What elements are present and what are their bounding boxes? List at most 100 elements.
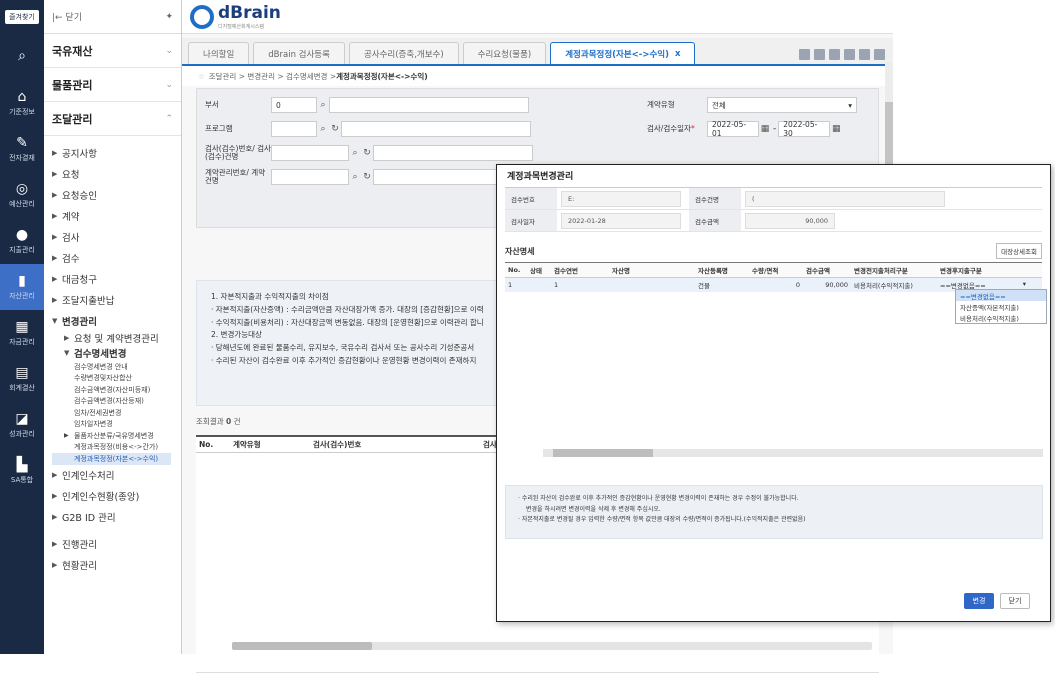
rail-accounting[interactable]: ▤ 회계결산	[0, 356, 44, 402]
tab-repair-request[interactable]: 수리요청(물품)	[462, 42, 547, 64]
menu-item-handover[interactable]: ▶ 인계인수처리	[52, 465, 181, 486]
menu-leaf-selected[interactable]: 계정과목정정(자본<->수익)	[52, 453, 171, 465]
column-header[interactable]: No.	[505, 266, 527, 274]
menu-item-contract[interactable]: ▶ 계약	[52, 205, 181, 226]
window-icon[interactable]	[859, 49, 870, 60]
search-icon[interactable]: ⌕	[349, 172, 361, 182]
rail-budget[interactable]: ◎ 예산관리	[0, 172, 44, 218]
refresh-icon[interactable]: ↻	[329, 124, 341, 134]
tab-my-tasks[interactable]: 나의할일	[188, 42, 250, 64]
column-header[interactable]: 수량/면적	[749, 265, 803, 275]
table-horizontal-scrollbar[interactable]	[543, 449, 1043, 457]
menu-leaf[interactable]: 임차/전세권변경	[52, 407, 181, 419]
dropdown-option[interactable]: ==변경없음==	[956, 290, 1046, 301]
menu-item-g2b[interactable]: ▶ G2B ID 관리	[52, 507, 181, 528]
columns-icon[interactable]	[829, 49, 840, 60]
menu-item-request[interactable]: ▶ 요청	[52, 163, 181, 184]
rail-performance[interactable]: ◪ 성과관리	[0, 402, 44, 448]
tab-inspection-register[interactable]: dBrain 검사등록	[253, 42, 345, 64]
tab-label: 계정과목정정(자본<->수익)	[565, 49, 669, 60]
search-icon[interactable]: ⌕	[349, 148, 361, 158]
scroll-thumb[interactable]	[553, 449, 653, 457]
change-button[interactable]: 변경	[964, 593, 994, 609]
column-header[interactable]: 자산명	[609, 265, 695, 275]
favorite-star-icon[interactable]: ☆	[198, 72, 205, 81]
rows-icon[interactable]	[844, 49, 855, 60]
menu-leaf[interactable]: 검수금액변경(자산미등재)	[52, 384, 181, 396]
cell: 90,000	[825, 281, 848, 289]
column-header[interactable]: 검수금액	[803, 265, 851, 275]
menu-item-progress[interactable]: ▶ 진행관리	[52, 534, 181, 555]
refresh-icon[interactable]: ↻	[361, 148, 373, 158]
menu-item-change-mgmt[interactable]: ▼ 변경관리	[52, 310, 181, 331]
menu-item-handover-status[interactable]: ▶ 인계인수현황(종앙)	[52, 486, 181, 507]
program-name-input[interactable]	[341, 121, 531, 137]
menu-item-refund[interactable]: ▶ 조달지출반납	[52, 289, 181, 310]
contract-no-input[interactable]	[271, 169, 349, 185]
layout-icon[interactable]	[799, 49, 810, 60]
column-header[interactable]: 자산등록명	[695, 265, 749, 275]
refresh-icon[interactable]: ↻	[361, 172, 373, 182]
menu-subleaf[interactable]: ▶ 물품자산분류/국유명세변경	[52, 430, 181, 442]
rail-asset[interactable]: ▮ 자산관리	[0, 264, 44, 310]
menu-item-acceptance[interactable]: ▶ 검수	[52, 247, 181, 268]
menu-leaf[interactable]: 검수금액변경(자산등재)	[52, 396, 181, 408]
ledger-detail-button[interactable]: 대장상세조회	[996, 243, 1042, 259]
tab-account-correction[interactable]: 계정과목정정(자본<->수익) x	[550, 42, 696, 64]
menu-section-procurement[interactable]: 조달관리 ⌃	[44, 102, 181, 136]
close-button[interactable]: 닫기	[1000, 593, 1030, 609]
column-header[interactable]: 계약유형	[230, 439, 310, 450]
inspect-no-input[interactable]	[271, 145, 349, 161]
inspect-name-input[interactable]	[373, 145, 533, 161]
menu-item-contract-change[interactable]: ▶ 요청 및 계약변경관리	[52, 331, 181, 345]
menu-item-billing[interactable]: ▶ 대금청구	[52, 268, 181, 289]
search-icon[interactable]: ⌕	[317, 100, 329, 110]
favorites-button[interactable]: 즐겨찾기	[5, 10, 39, 24]
column-header[interactable]: 상태	[527, 265, 551, 275]
calendar-icon[interactable]: ▦	[830, 124, 842, 134]
close-tab-icon[interactable]: x	[675, 49, 680, 59]
close-all-icon[interactable]	[874, 49, 885, 60]
menu-item-inspect-detail[interactable]: ▼ 검수명세변경	[52, 345, 181, 361]
column-header[interactable]: 변경전지출처리구분	[851, 265, 937, 275]
column-header[interactable]: No.	[196, 440, 230, 449]
menu-item-inspection[interactable]: ▶ 검사	[52, 226, 181, 247]
program-code-input[interactable]	[271, 121, 317, 137]
dept-name-input[interactable]	[329, 97, 529, 113]
asset-section-title: 자산명세	[505, 246, 535, 256]
calendar-icon[interactable]: ▦	[759, 124, 771, 134]
column-header[interactable]: 검수연번	[551, 265, 609, 275]
date-to-input[interactable]: 2022-05-30	[778, 120, 831, 138]
menu-leaf[interactable]: 계정과목정정(비용<->간가)	[52, 442, 181, 454]
dropdown-option[interactable]: 비용처리(수익적지출)	[956, 312, 1046, 323]
menu-leaf[interactable]: 임차일자변경	[52, 419, 181, 431]
menu-leaf[interactable]: 검수명세변경 안내	[52, 361, 181, 373]
pin-icon[interactable]: ✦	[165, 12, 173, 22]
contract-type-select[interactable]: 전체 ▾	[707, 97, 857, 113]
contract-type-label: 계약유형	[647, 100, 675, 110]
menu-item-request-approval[interactable]: ▶ 요청승인	[52, 184, 181, 205]
rail-expense[interactable]: ● 지출관리	[0, 218, 44, 264]
rail-fund[interactable]: ▦ 자금관리	[0, 310, 44, 356]
menu-item-notice[interactable]: ▶ 공지사항	[52, 142, 181, 163]
column-header[interactable]: 검사(검수)번호	[310, 439, 480, 450]
column-header[interactable]: 변경후지출구분	[937, 265, 1029, 275]
collapse-menu-button[interactable]: |← 닫기	[52, 10, 82, 23]
rail-sa[interactable]: ▙ SA통합	[0, 448, 44, 494]
menu-leaf[interactable]: 수량변경및자산합산	[52, 373, 181, 385]
rail-basic-info[interactable]: ⌂ 기준정보	[0, 80, 44, 126]
dept-code-input[interactable]: 0	[271, 97, 317, 113]
menu-item-status[interactable]: ▶ 현황관리	[52, 555, 181, 576]
rail-approval[interactable]: ✎ 전자결재	[0, 126, 44, 172]
date-separator: -	[773, 124, 777, 134]
rail-search[interactable]: ⌕	[0, 34, 44, 80]
menu-section-state-property[interactable]: 국유재산 ⌄	[44, 34, 181, 68]
search-icon[interactable]: ⌕	[317, 124, 329, 134]
menu-section-goods[interactable]: 물품관리 ⌄	[44, 68, 181, 102]
date-from-input[interactable]: 2022-05-01	[707, 120, 759, 138]
dropdown-option[interactable]: 자산증액(자본적지출)	[956, 301, 1046, 312]
scroll-thumb[interactable]	[232, 642, 372, 650]
horizontal-scrollbar[interactable]	[232, 642, 872, 650]
split-icon[interactable]	[814, 49, 825, 60]
tab-construction-repair[interactable]: 공사수리(증축,개보수)	[348, 42, 459, 64]
